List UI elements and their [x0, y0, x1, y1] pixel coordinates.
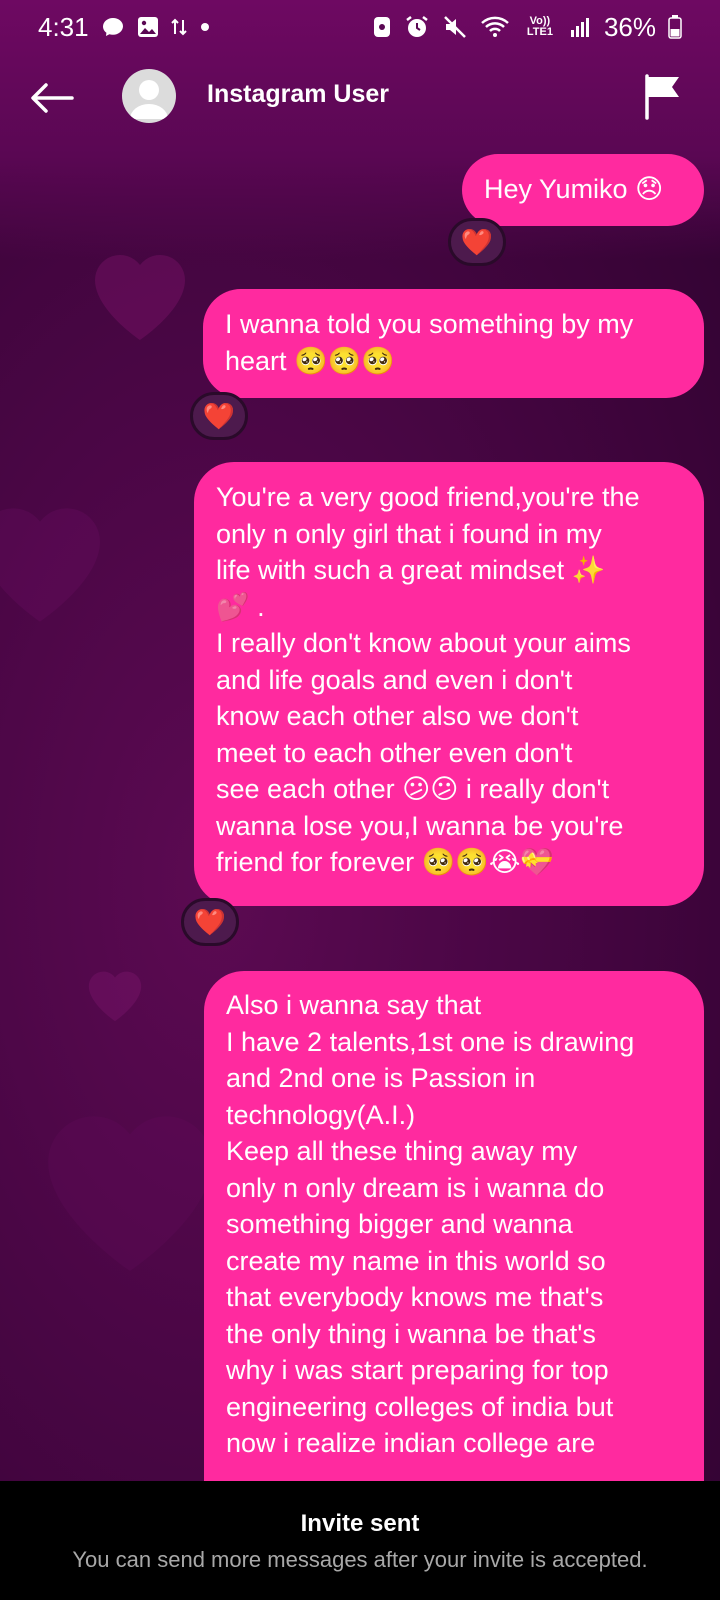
wifi-icon: [480, 15, 510, 39]
message-bubble[interactable]: You're a very good friend,you're the onl…: [194, 462, 704, 906]
flag-icon: [645, 74, 679, 120]
gallery-icon: [137, 16, 159, 38]
messenger-icon: [101, 15, 125, 39]
alarm-icon: [404, 14, 430, 40]
heart-reaction-icon[interactable]: ❤️: [190, 392, 248, 440]
chat-header: Instagram User: [0, 62, 720, 132]
message-bubble[interactable]: Hey Yumiko 😞: [462, 154, 704, 226]
status-left: 4:31: [38, 12, 211, 43]
invite-subtitle: You can send more messages after your in…: [72, 1547, 648, 1572]
nfc-icon: [372, 15, 392, 39]
dot-icon: [199, 21, 211, 33]
message-bubble[interactable]: I wanna told you something by my heart 🥺…: [203, 289, 704, 398]
network-label: Vo)) LTE1: [526, 15, 553, 38]
chat-user-name[interactable]: Instagram User: [207, 80, 389, 109]
background-heart-icon: [0, 508, 100, 622]
status-bar: 4:31 Vo)) LTE1 36%: [0, 0, 720, 54]
back-arrow-icon: [31, 83, 74, 113]
report-flag-button[interactable]: [640, 72, 684, 122]
background-heart-icon: [88, 971, 142, 1022]
invite-title: Invite sent: [300, 1510, 420, 1537]
battery-percent: 36%: [603, 11, 656, 42]
data-transfer-icon: [170, 16, 187, 38]
heart-reaction-icon[interactable]: ❤️: [448, 218, 506, 266]
battery-icon: [668, 15, 682, 39]
avatar-placeholder-icon: [130, 80, 168, 119]
message-bubble[interactable]: Also i wanna say that I have 2 talents,1…: [204, 971, 704, 1491]
heart-reaction-icon[interactable]: ❤️: [181, 898, 239, 946]
back-button[interactable]: [28, 74, 76, 122]
status-right: Vo)) LTE1 36%: [372, 12, 682, 43]
avatar[interactable]: [122, 69, 176, 123]
signal-icon: [570, 16, 592, 38]
background-heart-icon: [95, 254, 185, 340]
mute-icon: [442, 14, 468, 40]
invite-status-bar: Invite sent You can send more messages a…: [0, 1481, 720, 1600]
status-time: 4:31: [38, 11, 89, 42]
